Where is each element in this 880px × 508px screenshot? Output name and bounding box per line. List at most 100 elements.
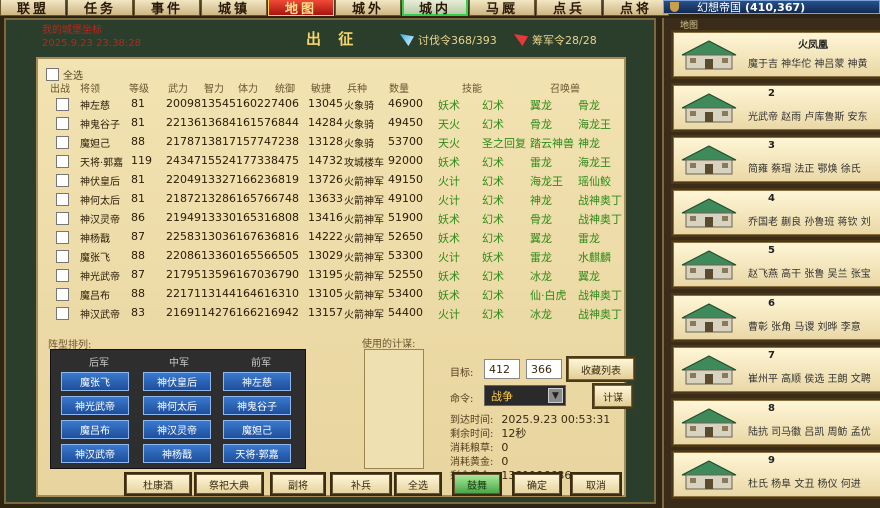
deploy-checkbox[interactable] [56,288,69,301]
chevron-down-icon[interactable]: ▼ [548,388,563,403]
general-summon-1: 雷龙 [530,156,552,169]
deploy-checkbox[interactable] [56,136,69,149]
formation-slot[interactable]: 神何太后 [143,396,211,415]
deputy-general-button[interactable]: 副将 [272,474,324,494]
sacrifice-ceremony-button[interactable]: 祭祀大典 [196,474,262,494]
general-intellect: 13327 [201,173,236,186]
cancel-button[interactable]: 取消 [572,474,620,494]
red-flag-icon [514,34,528,46]
general-summon-2: 骨龙 [578,99,600,112]
general-intellect: 13330 [201,211,236,224]
favorites-list-button[interactable]: 收藏列表 [568,358,634,380]
roster-row[interactable]: 神伏皇后 81 22049 13327 166236 819 13726 火箭神军 49150 火… [38,171,628,190]
general-summon-1: 雷龙 [530,251,552,264]
strategy-button[interactable]: 计谋 [594,385,632,407]
formation-slot[interactable]: 神鬼谷子 [223,396,291,415]
formation-slot[interactable]: 神伏皇后 [143,372,211,391]
general-troop-type: 火象骑 [344,120,374,131]
deploy-checkbox[interactable] [56,212,69,225]
formation-slot[interactable]: 魔吕布 [61,420,129,439]
strategy-list[interactable] [364,349,424,469]
general-skill-2: 幻术 [482,289,504,302]
formation-slot[interactable]: 神汉武帝 [61,444,129,463]
inspire-button[interactable]: 鼓舞 [454,474,500,494]
tab-stable[interactable]: 马厩 [469,0,535,17]
tab-tasks[interactable]: 任务 [67,0,133,17]
city-number: 4 [768,192,775,204]
replenish-troops-button[interactable]: 补兵 [332,474,390,494]
roster-row[interactable]: 神杨戬 87 22583 13036 167636 816 14222 火箭神军 52650 妖术… [38,228,628,247]
campaign-order-counter: 讨伐令368/393 [400,32,497,48]
deploy-checkbox[interactable] [56,98,69,111]
roster-row[interactable]: 神鬼谷子 81 22136 13684 161576 844 14284 火象骑 49450 天火… [38,114,628,133]
formation-slot[interactable]: 神光武帝 [61,396,129,415]
general-troop-count: 53300 [388,249,423,262]
target-y-input[interactable]: 366 [526,359,562,379]
city-card[interactable]: 4 乔国老 蒯良 孙鲁班 蒋钦 刘 [673,189,880,235]
general-summon-2: 海龙王 [578,156,611,169]
city-card[interactable]: 3 简雍 蔡瑁 法正 鄂焕 徐氏 [673,137,880,182]
roster-row[interactable]: 神何太后 81 21872 13286 165766 748 13633 火箭神军 49100 火… [38,190,628,209]
general-troop-type: 火象骑 [344,101,374,112]
tab-events[interactable]: 事件 [134,0,200,17]
general-force: 22583 [166,230,201,243]
city-name: 火凤凰 [798,40,828,51]
formation-slot[interactable]: 神左慈 [223,372,291,391]
dukang-wine-button[interactable]: 杜康酒 [126,474,190,494]
tab-inside-city[interactable]: 城内 [402,0,468,17]
deploy-checkbox[interactable] [56,155,69,168]
deploy-checkbox[interactable] [56,193,69,206]
select-all-button[interactable]: 全选 [396,474,440,494]
deploy-checkbox[interactable] [56,307,69,320]
formation-slot[interactable]: 神杨戬 [143,444,211,463]
roster-row[interactable]: 神汉灵帝 86 21949 13330 165316 808 13416 火箭神军 51900 妖… [38,209,628,228]
city-card[interactable]: 火凤凰 魔于吉 神华佗 神吕蒙 神黄 [673,32,880,77]
formation-slot[interactable]: 天将·郭嘉 [223,444,291,463]
tab-generals[interactable]: 点将 [603,0,669,17]
general-command: 844 [278,116,299,129]
city-generals: 光武帝 赵雨 卢库鲁斯 安东 [748,111,868,123]
tab-towns[interactable]: 城镇 [201,0,267,17]
roster-row[interactable]: 魔张飞 88 22086 13360 165566 505 13029 火箭神军 53300 火计… [38,247,628,266]
city-card[interactable]: 8 陆抗 司马徽 吕凯 周鲂 孟优 [673,399,880,445]
confirm-button[interactable]: 确定 [514,474,560,494]
castle-icon [681,92,737,122]
food-cost: 消耗粮草: 0 [450,439,508,454]
city-card[interactable]: 6 曹彰 张角 马谡 刘晔 李意 [673,294,880,340]
formation-slot[interactable]: 魔张飞 [61,372,129,391]
deploy-checkbox[interactable] [56,250,69,263]
tab-outside-city[interactable]: 城外 [335,0,401,17]
city-card[interactable]: 2 光武帝 赵雨 卢库鲁斯 安东 [673,84,880,130]
general-force: 21691 [166,306,201,319]
roster-row[interactable]: 神光武帝 87 21795 13596 167036 790 13195 火箭神军 52550 妖… [38,266,628,285]
general-command: 816 [278,230,299,243]
city-number: 8 [768,402,775,414]
col-header-troop-type: 兵种 [347,84,367,95]
arrival-time: 到达时间: 2025.9.23 00:53:31 [450,411,610,426]
deploy-checkbox[interactable] [56,269,69,282]
formation-slot[interactable]: 神汉灵帝 [143,420,211,439]
city-card[interactable]: 9 杜氏 杨阜 文丑 杨仪 何进 [673,452,880,497]
roster-header: 出战 将领 等级 武力 智力 体力 统御 敏捷 兵种 数量 技能 召唤兽 [38,80,628,95]
general-stamina: 160227 [236,97,278,110]
city-card[interactable]: 5 赵飞燕 高干 张鲁 吴兰 张宝 [673,242,880,287]
tab-map[interactable]: 地图 [268,0,334,17]
formation-slot[interactable]: 魔妲己 [223,420,291,439]
target-x-input[interactable]: 412 [484,359,520,379]
deploy-checkbox[interactable] [56,174,69,187]
general-skill-1: 火计 [438,251,460,264]
roster-row[interactable]: 魔吕布 88 22171 13144 164616 310 13105 火箭神军 53400 妖术… [38,285,628,304]
general-summon-2: 海龙王 [578,118,611,131]
tab-alliance[interactable]: 联盟 [0,0,66,17]
general-skill-1: 妖术 [438,232,460,245]
command-select[interactable]: 战争 ▼ [484,385,566,406]
roster-row[interactable]: 天将·郭嘉 119 24347 15524 177338 475 14732 攻城楼车 9200… [38,152,628,171]
roster-row[interactable]: 魔妲己 88 21787 13817 157747 238 13128 火象骑 53700 天火 圣… [38,133,628,152]
city-card[interactable]: 7 崔州平 高顺 侯选 王朗 文聘 [673,347,880,392]
general-command: 819 [278,173,299,186]
deploy-checkbox[interactable] [56,231,69,244]
roster-row[interactable]: 神左慈 81 20098 13545 160227 406 13045 火象骑 46900 妖术 幻… [38,95,628,114]
roster-row[interactable]: 神汉武帝 83 21691 14276 166216 942 13157 火箭神军 54400 火… [38,304,628,323]
tab-troops[interactable]: 点兵 [536,0,602,17]
deploy-checkbox[interactable] [56,117,69,130]
